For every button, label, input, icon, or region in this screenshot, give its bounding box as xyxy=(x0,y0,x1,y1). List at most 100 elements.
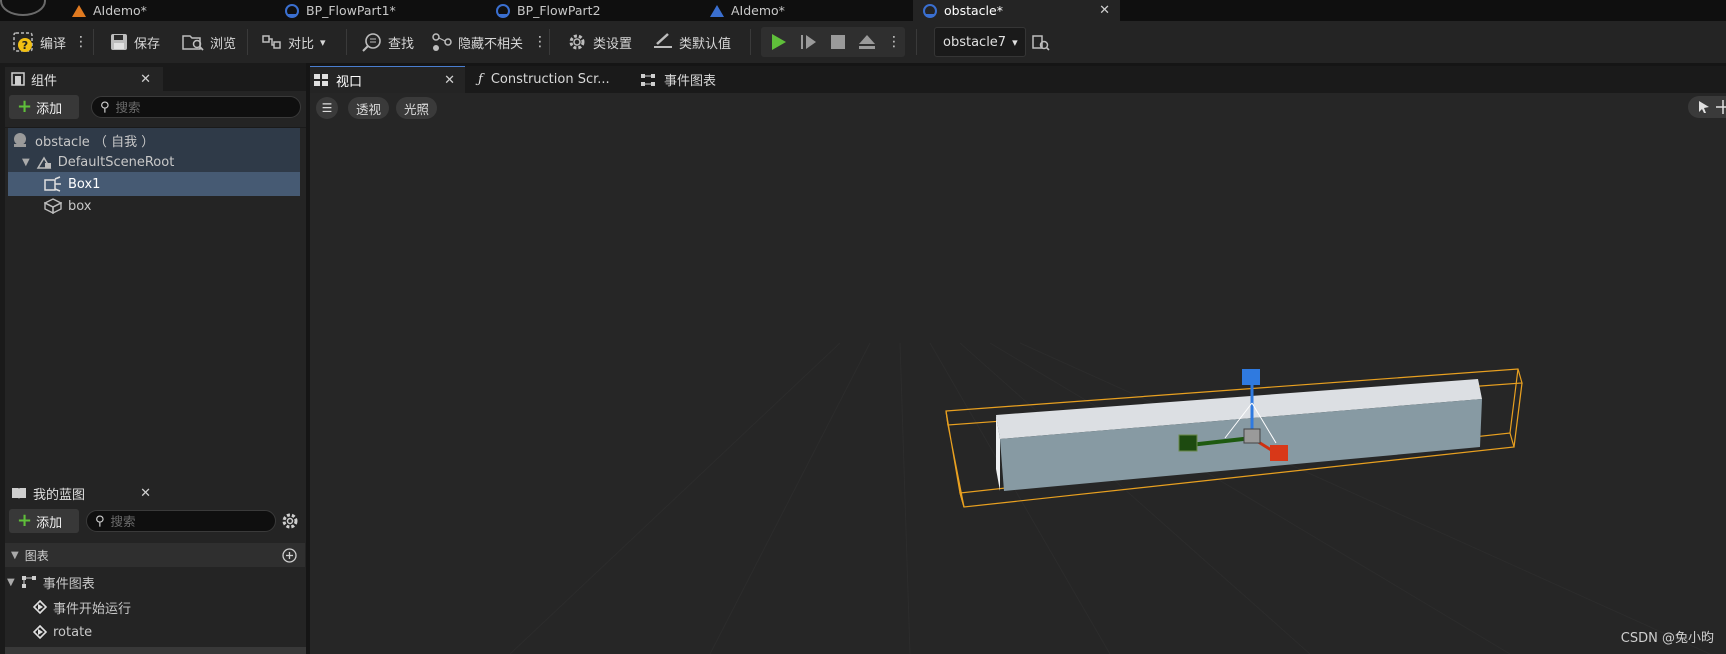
components-title: 组件 xyxy=(31,73,58,89)
editor-tab-bar: 视口 ✕ ƒ Construction Scr... 事件图表 xyxy=(310,66,1726,93)
doc-tab-obstacle[interactable]: obstacle* ✕ xyxy=(913,0,1120,21)
find-debug-object-icon[interactable] xyxy=(1032,34,1050,52)
blueprint-toolbar: ? 编译 ⋮ 保存 浏览 对比 ▾ 查找 隐藏不相关 ⋮ 类设置 类默认值 ⋮ … xyxy=(0,21,1726,63)
add-member-button[interactable]: + 添加 xyxy=(9,509,79,533)
component-label: DefaultSceneRoot xyxy=(57,154,175,170)
add-component-button[interactable]: + 添加 xyxy=(9,95,79,119)
event-label: 事件开始运行 xyxy=(53,601,132,617)
component-label: obstacle （ 自我 ） xyxy=(35,134,155,150)
box-mesh xyxy=(996,379,1482,491)
my-blueprint-search-input[interactable] xyxy=(110,513,261,529)
document-tab-bar: AIdemo* BP_FlowPart1* BP_FlowPart2 AIdem… xyxy=(0,0,1726,21)
tab-label: 事件图表 xyxy=(664,74,717,89)
step-icon[interactable] xyxy=(799,33,817,51)
my-blueprint-search[interactable]: ⚲ xyxy=(86,510,276,532)
diff-label: 对比 xyxy=(288,36,315,52)
event-graph-item[interactable]: ▼ 事件图表 xyxy=(5,570,297,594)
event-rotate-item[interactable]: rotate xyxy=(5,620,297,644)
tab-label: 视口 xyxy=(336,74,363,90)
components-search-input[interactable] xyxy=(115,99,266,115)
doc-tab-bp-flowpart1[interactable]: BP_FlowPart1* xyxy=(285,0,475,21)
tab-viewport[interactable]: 视口 ✕ xyxy=(310,66,465,93)
gear-icon[interactable] xyxy=(281,512,299,530)
class-settings-button[interactable]: 类设置 xyxy=(567,21,632,63)
viewport-icon xyxy=(314,74,328,86)
divider xyxy=(346,29,347,55)
doc-tab-label: BP_FlowPart1* xyxy=(306,3,396,18)
static-mesh-icon xyxy=(44,198,62,214)
search-icon: ⚲ xyxy=(100,99,110,115)
gear-icon xyxy=(569,34,585,50)
diff-button[interactable]: 对比 ▾ xyxy=(262,21,326,63)
component-item-obstacle[interactable]: obstacle （ 自我 ） xyxy=(8,128,300,152)
debug-object-select[interactable]: obstacle7 ▾ xyxy=(934,27,1026,57)
my-blueprint-tab[interactable]: 我的蓝图 ✕ xyxy=(5,481,163,505)
class-defaults-label: 类默认值 xyxy=(679,36,732,52)
play-options-icon[interactable]: ⋮ xyxy=(887,34,901,50)
save-button[interactable]: 保存 xyxy=(110,21,160,63)
diff-icon xyxy=(262,35,281,49)
search-icon: ⚲ xyxy=(95,513,105,529)
blueprint-icon xyxy=(285,3,299,18)
doc-tab-bp-flowpart2[interactable]: BP_FlowPart2 xyxy=(496,0,686,21)
event-graph-icon xyxy=(641,73,655,86)
event-graph-label: 事件图表 xyxy=(42,576,95,592)
level-icon xyxy=(710,4,724,17)
components-tab[interactable]: 组件 ✕ xyxy=(5,67,163,91)
viewport[interactable]: ☰ 透视 光照 CSDN @兔小昀 xyxy=(310,93,1726,654)
chevron-down-icon: ▾ xyxy=(1012,35,1018,49)
close-icon[interactable]: ✕ xyxy=(444,73,455,88)
save-icon xyxy=(111,34,127,50)
close-icon[interactable]: ✕ xyxy=(140,486,151,501)
tab-construction-script[interactable]: ƒ Construction Scr... xyxy=(478,66,633,93)
component-item-defaultsceneroot[interactable]: ▼ DefaultSceneRoot xyxy=(8,150,300,174)
components-search[interactable]: ⚲ xyxy=(91,96,301,118)
find-button[interactable]: 查找 xyxy=(362,21,414,63)
play-icon[interactable] xyxy=(769,33,787,51)
components-icon xyxy=(11,72,25,86)
watermark: CSDN @兔小昀 xyxy=(1620,631,1714,646)
find-icon xyxy=(362,33,381,52)
add-label: 添加 xyxy=(36,515,63,531)
scene-render xyxy=(945,368,1523,508)
graphs-section-label: 图表 xyxy=(24,548,49,563)
compile-options-icon[interactable]: ⋮ xyxy=(74,34,88,50)
doc-tab-aidemo-1[interactable]: AIdemo* xyxy=(72,0,262,21)
hide-unrelated-button[interactable]: 隐藏不相关 xyxy=(432,21,523,63)
hide-unrelated-icon xyxy=(432,33,452,51)
graphs-section-header[interactable]: ▼ 图表 xyxy=(5,543,305,567)
divider xyxy=(916,29,917,55)
panel-scrollbar[interactable] xyxy=(5,647,306,654)
compile-button[interactable]: ? 编译 xyxy=(12,21,66,63)
close-icon[interactable]: ✕ xyxy=(1099,3,1110,18)
add-graph-icon[interactable] xyxy=(282,548,297,563)
stop-icon[interactable] xyxy=(829,33,847,51)
eject-icon[interactable] xyxy=(857,33,877,51)
event-icon xyxy=(33,600,47,614)
tab-event-graph[interactable]: 事件图表 xyxy=(640,66,795,93)
chevron-down-icon: ▼ xyxy=(22,156,30,168)
doc-tab-aidemo-2[interactable]: AIdemo* xyxy=(710,0,900,21)
divider xyxy=(93,29,94,55)
chevron-down-icon: ▼ xyxy=(11,549,19,561)
save-label: 保存 xyxy=(134,36,161,52)
left-panels: 组件 ✕ + 添加 ⚲ obstacle （ 自我 ） ▼ DefaultSce… xyxy=(0,63,306,654)
find-options-icon[interactable]: ⋮ xyxy=(533,34,547,50)
divider xyxy=(750,29,751,55)
browse-label: 浏览 xyxy=(210,36,237,52)
class-defaults-button[interactable]: 类默认值 xyxy=(653,21,731,63)
event-begin-play-item[interactable]: 事件开始运行 xyxy=(5,595,297,619)
divider xyxy=(247,29,248,55)
close-icon[interactable]: ✕ xyxy=(140,72,151,87)
unreal-logo-icon[interactable] xyxy=(0,0,46,16)
scene-root-icon xyxy=(36,156,52,169)
doc-tab-label: AIdemo* xyxy=(731,3,785,18)
class-settings-label: 类设置 xyxy=(593,36,633,52)
box-collision-icon xyxy=(44,176,61,192)
my-blueprint-title: 我的蓝图 xyxy=(33,487,86,503)
find-label: 查找 xyxy=(388,36,415,52)
component-item-box1[interactable]: Box1 xyxy=(8,172,300,196)
event-icon xyxy=(33,625,47,639)
browse-button[interactable]: 浏览 xyxy=(182,21,236,63)
component-item-box[interactable]: box xyxy=(8,194,300,218)
